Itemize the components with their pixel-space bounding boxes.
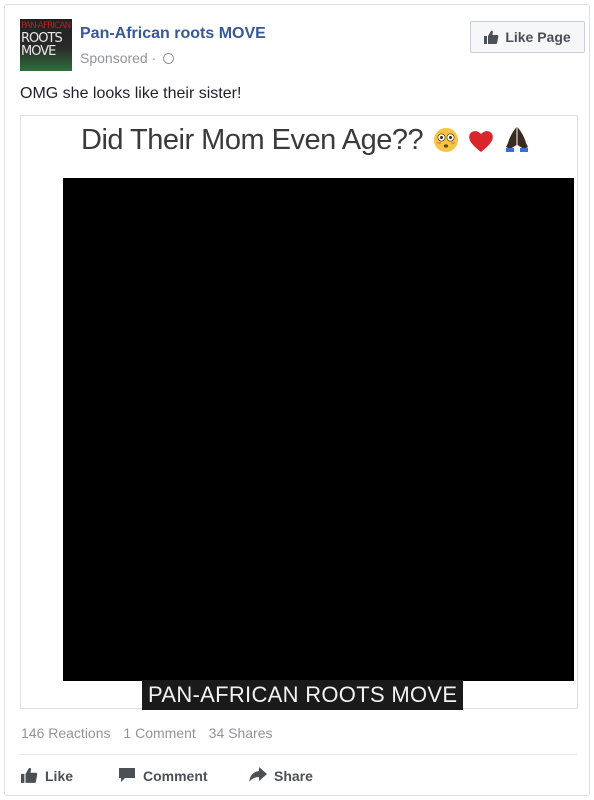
- share-label: Share: [274, 768, 313, 784]
- reactions-count[interactable]: 146 Reactions: [21, 725, 111, 741]
- comments-count[interactable]: 1 Comment: [123, 725, 195, 741]
- post-text: OMG she looks like their sister!: [20, 85, 242, 102]
- post-image[interactable]: Did Their Mom Even Age?? PAN-AFRICAN ROO…: [20, 115, 578, 710]
- thumbs-up-icon: [484, 30, 499, 44]
- page-name-link[interactable]: Pan-African roots MOVE: [80, 25, 266, 43]
- comment-icon: [118, 767, 136, 786]
- sponsored-post-card: PAN-AFRICAN ROOTS MOVE Pan-African roots…: [4, 4, 590, 796]
- sponsored-meta: Sponsored ·: [80, 50, 175, 66]
- like-page-label: Like Page: [505, 29, 571, 45]
- like-page-button[interactable]: Like Page: [470, 21, 585, 53]
- folded-hands-icon: [504, 125, 530, 161]
- red-heart-icon: [468, 128, 494, 161]
- like-icon: [21, 767, 38, 786]
- flushed-face-icon: [433, 127, 459, 161]
- globe-icon: [163, 53, 175, 64]
- image-headline: Did Their Mom Even Age??: [81, 124, 530, 161]
- image-watermark: PAN-AFRICAN ROOTS MOVE: [142, 680, 464, 710]
- page-avatar[interactable]: PAN-AFRICAN ROOTS MOVE: [20, 19, 72, 71]
- share-button[interactable]: Share: [249, 765, 313, 787]
- avatar-text-line-3: MOVE: [21, 44, 56, 59]
- comment-label: Comment: [143, 768, 208, 784]
- sponsored-label: Sponsored ·: [80, 50, 157, 66]
- image-headline-text: Did Their Mom Even Age??: [81, 124, 424, 156]
- engagement-stats: 146 Reactions 1 Comment 34 Shares: [21, 725, 281, 741]
- like-label: Like: [45, 768, 74, 784]
- divider: [19, 754, 577, 755]
- share-icon: [249, 767, 267, 785]
- shares-count[interactable]: 34 Shares: [209, 725, 273, 741]
- redacted-photo: [63, 178, 574, 681]
- like-button[interactable]: Like: [21, 765, 118, 787]
- post-actions: Like Comment Share: [21, 765, 313, 787]
- comment-button[interactable]: Comment: [118, 765, 249, 787]
